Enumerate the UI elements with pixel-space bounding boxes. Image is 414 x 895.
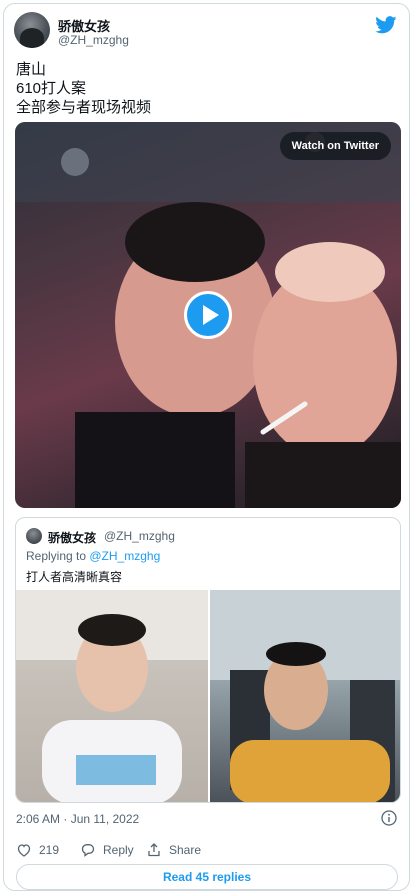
like-count: 219: [39, 843, 60, 857]
read-replies-button[interactable]: Read 45 replies: [16, 864, 398, 890]
reply-action[interactable]: Reply: [80, 840, 134, 860]
tweet-line: 全部参与者现场视频: [16, 99, 152, 116]
quoted-text: 打人者高清晰真容: [26, 570, 123, 584]
tweet-text: 唐山 610打人案 全部参与者现场视频: [16, 60, 151, 117]
video-player[interactable]: Watch on Twitter: [15, 122, 401, 508]
tweet-timestamp[interactable]: 2:06 AM · Jun 11, 2022: [16, 812, 139, 826]
quoted-photo-right[interactable]: [210, 590, 400, 802]
author-avatar[interactable]: [14, 12, 50, 48]
replying-to-prefix: Replying to: [26, 549, 90, 563]
play-icon[interactable]: [184, 291, 232, 339]
info-icon[interactable]: [381, 810, 397, 826]
author-handle[interactable]: @ZH_mzghg: [58, 33, 129, 47]
quoted-avatar: [26, 528, 42, 544]
like-action[interactable]: 219: [16, 840, 59, 860]
reply-label: Reply: [103, 843, 134, 857]
quoted-tweet[interactable]: 骄傲女孩 @ZH_mzghg Replying to @ZH_mzghg 打人者…: [15, 517, 401, 803]
quoted-author-handle: @ZH_mzghg: [104, 529, 175, 543]
photo-content: [16, 590, 208, 802]
twitter-bird-icon[interactable]: [375, 16, 397, 34]
tweet-line: 唐山: [16, 61, 47, 78]
reply-icon: [81, 844, 95, 857]
share-action[interactable]: Share: [146, 840, 201, 860]
tweet-header: 骄傲女孩 @ZH_mzghg: [14, 12, 399, 52]
photo-content: [210, 590, 400, 802]
replying-to-handle[interactable]: @ZH_mzghg: [89, 549, 160, 563]
watch-on-twitter-button[interactable]: Watch on Twitter: [279, 132, 391, 160]
quoted-photo-left[interactable]: [16, 590, 208, 802]
replying-to: Replying to @ZH_mzghg: [26, 549, 160, 563]
quoted-author-name: 骄傲女孩: [48, 531, 97, 545]
share-label: Share: [169, 843, 202, 857]
embedded-tweet-card: 骄傲女孩 @ZH_mzghg 唐山 610打人案 全部参与者现场视频 Watch…: [3, 3, 410, 891]
heart-icon: [17, 844, 31, 857]
tweet-line: 610打人案: [16, 80, 87, 97]
share-icon: [148, 843, 160, 857]
